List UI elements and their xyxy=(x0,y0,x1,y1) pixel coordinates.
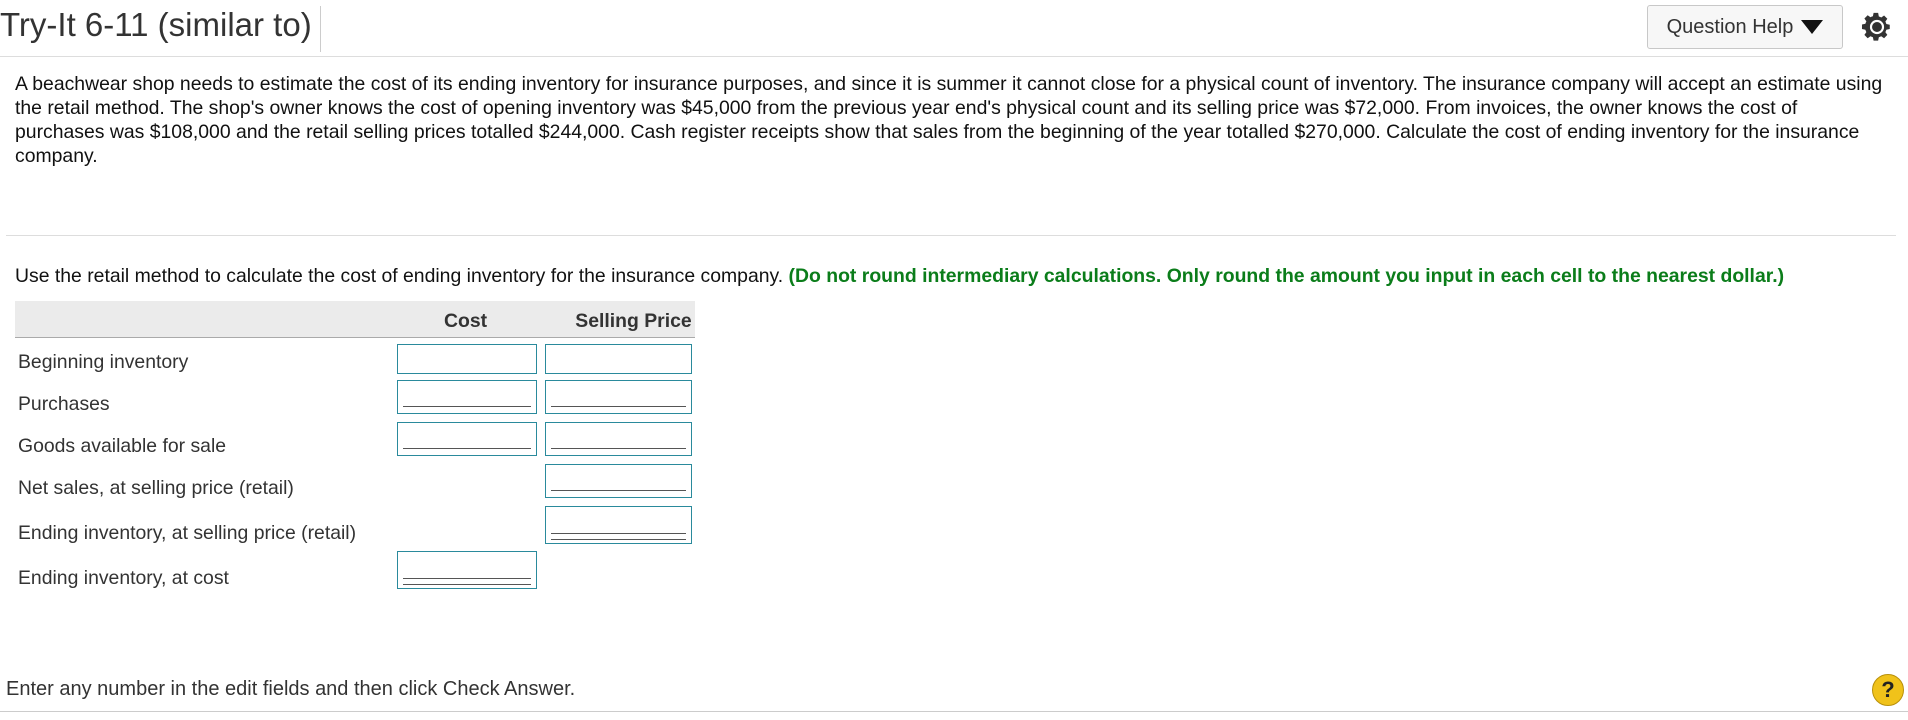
beginning-inventory-selling-input[interactable] xyxy=(545,344,692,374)
net-sales-selling-input[interactable] xyxy=(545,464,692,498)
question-help-label: Question Help xyxy=(1666,15,1794,38)
beginning-inventory-cost-input[interactable] xyxy=(397,344,537,374)
purchases-selling-input[interactable] xyxy=(545,380,692,414)
goods-available-cost-input[interactable] xyxy=(397,422,537,456)
instruction-text: Use the retail method to calculate the c… xyxy=(15,265,1784,288)
ending-inventory-cost-input[interactable] xyxy=(397,551,537,589)
goods-available-selling-input[interactable] xyxy=(545,422,692,456)
header-selling-price: Selling Price xyxy=(575,310,692,332)
row-label-ending-inventory-cost: Ending inventory, at cost xyxy=(18,567,229,589)
row-label-ending-inventory-retail: Ending inventory, at selling price (reta… xyxy=(18,522,357,544)
triangle-down-icon xyxy=(1801,20,1824,34)
row-label-net-sales: Net sales, at selling price (retail) xyxy=(18,477,294,499)
question-help-button[interactable]: Question Help xyxy=(1647,5,1843,49)
section-divider xyxy=(6,235,1896,236)
page-title: Try-It 6-11 (similar to) xyxy=(0,6,321,52)
problem-statement: A beachwear shop needs to estimate the c… xyxy=(15,73,1883,167)
row-label-beginning-inventory: Beginning inventory xyxy=(18,351,189,373)
footer-divider xyxy=(0,711,1908,712)
header-cost: Cost xyxy=(444,310,488,332)
table-header: Cost Selling Price xyxy=(15,301,695,338)
ending-inventory-selling-input[interactable] xyxy=(545,506,692,544)
instruction-note: (Do not round intermediary calculations.… xyxy=(788,265,1785,287)
gear-icon[interactable] xyxy=(1860,10,1894,44)
header-divider xyxy=(0,56,1908,57)
row-label-purchases: Purchases xyxy=(18,393,110,415)
row-label-goods-available: Goods available for sale xyxy=(18,435,227,457)
purchases-cost-input[interactable] xyxy=(397,380,537,414)
status-message: Enter any number in the edit fields and … xyxy=(6,678,576,700)
instruction-main: Use the retail method to calculate the c… xyxy=(15,265,784,287)
question-mark-icon[interactable]: ? xyxy=(1872,674,1904,706)
